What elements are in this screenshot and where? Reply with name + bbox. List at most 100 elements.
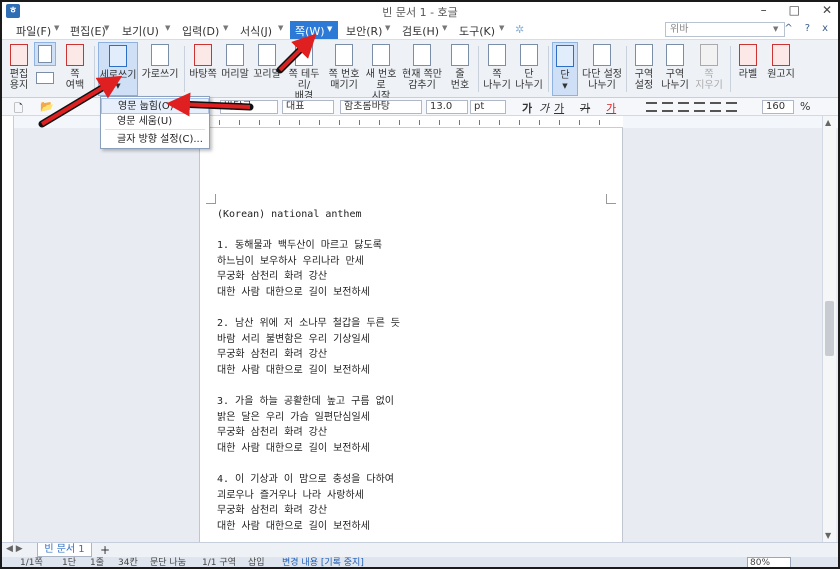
menu-item-latin-lie-down[interactable]: 영문 눕힘(O) bbox=[101, 98, 209, 114]
section-break-button[interactable]: 구역 나누기 bbox=[660, 42, 690, 96]
document-line[interactable] bbox=[217, 457, 400, 473]
zoom-select[interactable]: 80% bbox=[747, 557, 791, 567]
document-line[interactable]: (Korean) national anthem bbox=[217, 207, 400, 223]
align-justify-icon[interactable] bbox=[646, 102, 657, 112]
horizontal-ruler[interactable] bbox=[199, 116, 623, 128]
document-line[interactable]: 바람 서리 불변함은 우리 기상일세 bbox=[217, 332, 400, 348]
footer-button[interactable]: 꼬리말 bbox=[252, 42, 282, 96]
document-line[interactable]: 4. 이 기상과 이 맘으로 충성을 다하여 bbox=[217, 472, 400, 488]
align-divide-icon[interactable] bbox=[726, 102, 737, 112]
document-line[interactable]: 무궁화 삼천리 화려 강산 bbox=[217, 347, 400, 363]
search-dropdown-icon[interactable]: ▼ bbox=[773, 25, 778, 33]
edit-paper-button[interactable]: 편집 용지 bbox=[6, 42, 32, 96]
italic-button[interactable]: 가 bbox=[539, 100, 549, 116]
page-break-button[interactable]: 쪽 나누기 bbox=[482, 42, 512, 96]
unit-select[interactable]: pt bbox=[470, 100, 506, 114]
font-size-input[interactable]: 13.0 bbox=[426, 100, 468, 114]
document-line[interactable]: 대한 사람 대한으로 길이 보전하세 bbox=[217, 285, 400, 301]
menu-item-latin-upright[interactable]: 영문 세움(U) bbox=[101, 114, 209, 130]
document-text[interactable]: (Korean) national anthem 1. 동해물과 백두산이 마르… bbox=[217, 207, 400, 534]
document-line[interactable]: 대한 사람 대한으로 길이 보전하세 bbox=[217, 363, 400, 379]
document-line[interactable]: 무궁화 삼천리 화려 강산 bbox=[217, 269, 400, 285]
align-right-icon[interactable] bbox=[694, 102, 705, 112]
menu-page[interactable]: 쪽(W) bbox=[295, 23, 325, 38]
columns-button[interactable]: 단 ▼ bbox=[552, 42, 578, 96]
menu-format[interactable]: 서식(J) bbox=[240, 23, 272, 38]
column-break-button[interactable]: 단 나누기 bbox=[514, 42, 544, 96]
multi-column-button[interactable]: 다단 설정 나누기 bbox=[582, 42, 622, 96]
menu-page-active[interactable]: 쪽(W) ▼ bbox=[290, 21, 338, 39]
font-type-select[interactable]: 대표 bbox=[282, 100, 334, 114]
align-center-icon[interactable] bbox=[678, 102, 689, 112]
open-folder-icon[interactable]: 📂 bbox=[40, 100, 54, 113]
help-icon[interactable]: ? bbox=[805, 23, 810, 34]
manuscript-button[interactable]: 원고지 bbox=[764, 42, 798, 96]
menu-file[interactable]: 파일(F) bbox=[16, 23, 51, 38]
close-button[interactable]: ✕ bbox=[822, 3, 832, 17]
document-line[interactable]: 3. 가을 하늘 공활한데 높고 구름 없이 bbox=[217, 394, 400, 410]
page-number-button[interactable]: 쪽 번호 매기기 bbox=[326, 42, 362, 96]
menu-insert[interactable]: 입력(D) bbox=[182, 23, 219, 38]
align-left-icon[interactable] bbox=[662, 102, 673, 112]
font-color-button[interactable]: 가 bbox=[606, 100, 616, 116]
align-distribute-icon[interactable] bbox=[710, 102, 721, 112]
label-button[interactable]: 라벨 bbox=[734, 42, 762, 96]
margin-button[interactable]: 쪽 여백 bbox=[60, 42, 90, 96]
menu-security[interactable]: 보안(R) bbox=[346, 23, 382, 38]
section-setting-button[interactable]: 구역 설정 bbox=[630, 42, 658, 96]
header-button[interactable]: 머리말 bbox=[220, 42, 250, 96]
scroll-up-icon[interactable]: ▲ bbox=[825, 118, 831, 127]
menu-item-text-direction[interactable]: 글자 방향 설정(C)... bbox=[101, 132, 209, 148]
scroll-down-icon[interactable]: ▼ bbox=[825, 531, 831, 540]
add-tab-button[interactable]: + bbox=[100, 543, 110, 557]
document-line[interactable]: 2. 남산 위에 저 소나무 철갑을 두른 듯 bbox=[217, 316, 400, 332]
new-doc-icon[interactable]: 🗋 bbox=[14, 100, 23, 119]
line-number-button[interactable]: 줄 번호 bbox=[446, 42, 474, 96]
hide-current-button[interactable]: 현재 쪽만 감추기 bbox=[402, 42, 442, 96]
underline-button[interactable]: 가 bbox=[554, 100, 564, 116]
menu-tools[interactable]: 도구(K) bbox=[459, 23, 495, 38]
strike-button[interactable]: 가 bbox=[580, 100, 590, 116]
vertical-ruler[interactable] bbox=[2, 116, 14, 542]
menu-view[interactable]: 보기(U) bbox=[122, 23, 159, 38]
tab-nav-icon[interactable]: ◀ ▶ bbox=[6, 544, 23, 554]
document-line[interactable] bbox=[217, 301, 400, 317]
master-page-button[interactable]: 바탕쪽 bbox=[188, 42, 218, 96]
delete-page-button[interactable]: 쪽 지우기 bbox=[694, 42, 724, 96]
search-input[interactable]: 위바 bbox=[665, 22, 785, 37]
document-line[interactable]: 밝은 달은 우리 가슴 일편단심일세 bbox=[217, 410, 400, 426]
new-number-button[interactable]: 새 번호로 시작 bbox=[362, 42, 400, 102]
document-line[interactable]: 1. 동해물과 백두산이 마르고 닳도록 bbox=[217, 238, 400, 254]
document-line[interactable]: 무궁화 삼천리 화려 강산 bbox=[217, 425, 400, 441]
multi-column-icon bbox=[593, 44, 611, 66]
document-line[interactable]: 괴로우나 즐거우나 나라 사랑하세 bbox=[217, 488, 400, 504]
scroll-thumb[interactable] bbox=[825, 301, 834, 356]
extra-icon[interactable]: ✲ bbox=[515, 23, 524, 38]
orientation-landscape-button[interactable] bbox=[34, 70, 56, 94]
vertical-scrollbar[interactable]: ▲ ▼ bbox=[822, 116, 836, 542]
collapse-ribbon-icon[interactable]: ^ bbox=[784, 23, 792, 34]
close-doc-icon[interactable]: x bbox=[822, 23, 828, 34]
document-line[interactable]: 대한 사람 대한으로 길이 보전하세 bbox=[217, 441, 400, 457]
menu-edit[interactable]: 편집(E) bbox=[70, 23, 106, 38]
status-track-changes[interactable]: 변경 내용 [기록 중지] bbox=[282, 557, 364, 567]
font-select[interactable]: 함초롬바탕 bbox=[340, 100, 422, 114]
document-line[interactable]: 하느님이 보우하사 우리나라 만세 bbox=[217, 254, 400, 270]
page-border-button[interactable]: 쪽 테두리/ 배경 bbox=[284, 42, 324, 102]
orientation-portrait-button[interactable] bbox=[34, 42, 56, 66]
bold-button[interactable]: 가 bbox=[522, 100, 532, 116]
document-line[interactable] bbox=[217, 379, 400, 395]
document-line[interactable]: 무궁화 삼천리 화려 강산 bbox=[217, 503, 400, 519]
maximize-button[interactable]: □ bbox=[789, 3, 800, 17]
menu-review[interactable]: 검토(H) bbox=[402, 23, 439, 38]
zoom-input[interactable]: 160 bbox=[762, 100, 794, 114]
document-page[interactable]: (Korean) national anthem 1. 동해물과 백두산이 마르… bbox=[199, 128, 623, 542]
tab-blank-doc[interactable]: 빈 문서 1 bbox=[37, 543, 92, 557]
document-line[interactable] bbox=[217, 223, 400, 239]
status-mode[interactable]: 삽입 bbox=[248, 557, 265, 567]
minimize-button[interactable]: – bbox=[761, 3, 767, 17]
document-line[interactable]: 대한 사람 대한으로 길이 보전하세 bbox=[217, 519, 400, 535]
vertical-writing-button[interactable]: 세로쓰기 ▼ bbox=[98, 42, 138, 96]
style-select[interactable]: 바탕글 bbox=[220, 100, 278, 114]
horizontal-writing-button[interactable]: 가로쓰기 bbox=[140, 42, 180, 96]
